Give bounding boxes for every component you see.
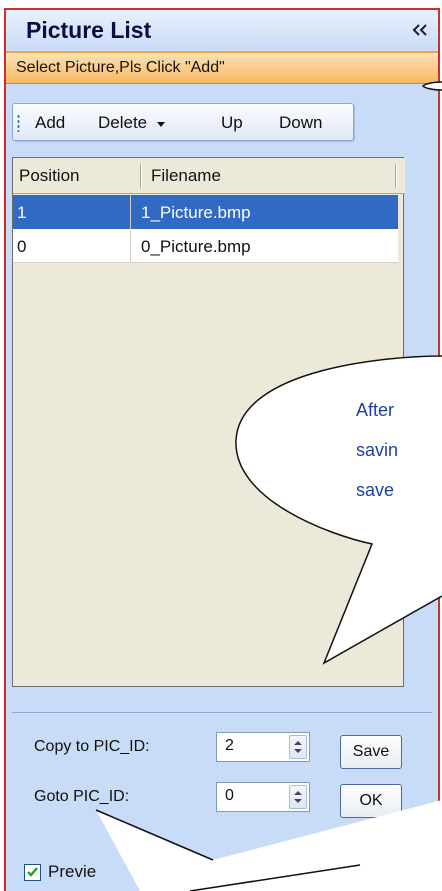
delete-dropdown-button[interactable]: Delete xyxy=(98,113,166,133)
goto-pic-id-stepper[interactable]: 0 xyxy=(216,782,310,812)
table-row[interactable]: 1 1_Picture.bmp xyxy=(13,195,398,229)
up-button[interactable]: Up xyxy=(221,113,243,133)
copy-to-pic-id-stepper[interactable]: 2 xyxy=(216,732,310,762)
preview-checkbox[interactable] xyxy=(24,864,41,881)
column-header-position[interactable]: Position xyxy=(19,158,79,194)
column-divider xyxy=(395,164,397,188)
spin-arrows-icon[interactable] xyxy=(289,785,307,809)
callout-line: savin xyxy=(356,440,399,460)
picture-toolbar: Add Delete Up Down xyxy=(12,103,354,141)
dropdown-arrow-icon xyxy=(156,121,165,127)
hint-bar: Select Picture,Pls Click "Add" xyxy=(6,52,438,84)
toolbar-grip-icon[interactable] xyxy=(17,114,20,132)
cell-filename: 0_Picture.bmp xyxy=(141,237,251,256)
table-row[interactable]: 0 0_Picture.bmp xyxy=(13,229,398,263)
callout-line: After xyxy=(356,400,395,420)
grid-header: Position Filename xyxy=(13,158,405,194)
panel-title-bar: Picture List xyxy=(6,10,438,52)
copy-to-pic-id-value[interactable]: 2 xyxy=(225,737,234,755)
cell-position: 1 xyxy=(13,195,131,229)
add-button[interactable]: Add xyxy=(35,113,65,133)
cell-position: 0 xyxy=(13,229,131,263)
delete-label: Delete xyxy=(98,113,148,132)
save-button[interactable]: Save xyxy=(340,735,402,769)
cell-filename: 1_Picture.bmp xyxy=(141,203,251,222)
down-button[interactable]: Down xyxy=(279,113,322,133)
checkmark-icon xyxy=(27,867,38,877)
callout-line: save xyxy=(356,480,395,500)
hint-text: Select Picture,Pls Click "Add" xyxy=(16,59,225,76)
collapse-icon[interactable] xyxy=(411,22,429,38)
column-divider xyxy=(140,164,142,188)
column-header-filename[interactable]: Filename xyxy=(151,158,221,194)
spin-arrows-icon[interactable] xyxy=(289,735,307,759)
goto-pic-id-label: Goto PIC_ID: xyxy=(34,788,130,805)
preview-label: Previe xyxy=(48,862,97,881)
ok-button[interactable]: OK xyxy=(340,784,402,818)
goto-pic-id-value[interactable]: 0 xyxy=(225,787,234,805)
copy-to-pic-id-label: Copy to PIC_ID: xyxy=(34,738,150,755)
panel-title: Picture List xyxy=(26,17,152,43)
picture-grid: Position Filename 1 1_Picture.bmp 0 0_Pi… xyxy=(12,157,405,687)
